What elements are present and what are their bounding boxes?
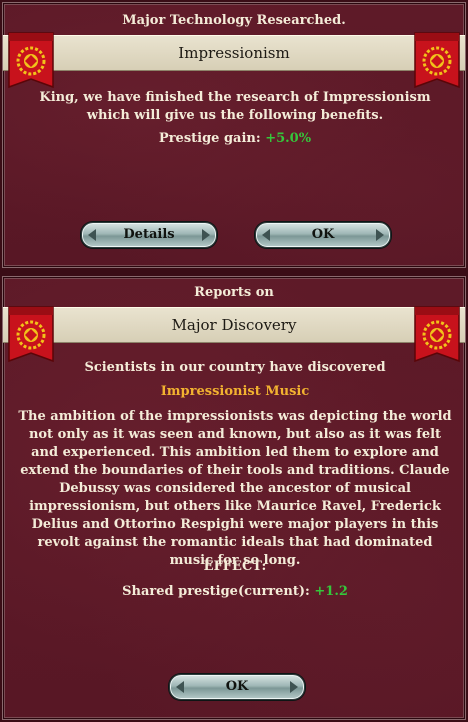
popup-title: Major Discovery (3, 307, 465, 343)
discovery-name: Impressionist Music (160, 384, 310, 399)
major-discovery-popup: Reports on Major Discovery Scientists in… (2, 276, 466, 720)
prestige-gain-label: Prestige gain: (158, 131, 261, 146)
tech-researched-popup: Major Technology Researched. Impressioni… (2, 2, 466, 268)
ok-button[interactable]: OK (169, 674, 305, 700)
shared-prestige-label: Shared prestige(current): (122, 584, 310, 599)
popup-header: Reports on (194, 285, 274, 300)
research-message: King, we have finished the research of I… (39, 90, 431, 123)
flag-banner-icon (413, 305, 461, 363)
effect-label: EFFECT: (203, 559, 267, 574)
discovery-intro: Scientists in our country have discovere… (84, 360, 386, 375)
details-button[interactable]: Details (81, 222, 217, 248)
popup-title: Impressionism (3, 35, 465, 71)
prestige-gain-line: Prestige gain: +5.0% (17, 130, 453, 148)
popup-header: Major Technology Researched. (122, 13, 346, 28)
flag-banner-icon (7, 31, 55, 89)
shared-prestige-line: Shared prestige(current): +1.2 (17, 583, 453, 601)
flag-banner-icon (7, 305, 55, 363)
shared-prestige-value: +1.2 (314, 584, 348, 599)
discovery-description: The ambition of the impressionists was d… (18, 409, 452, 568)
prestige-gain-value: +5.0% (265, 131, 312, 146)
ok-button[interactable]: OK (255, 222, 391, 248)
flag-banner-icon (413, 31, 461, 89)
